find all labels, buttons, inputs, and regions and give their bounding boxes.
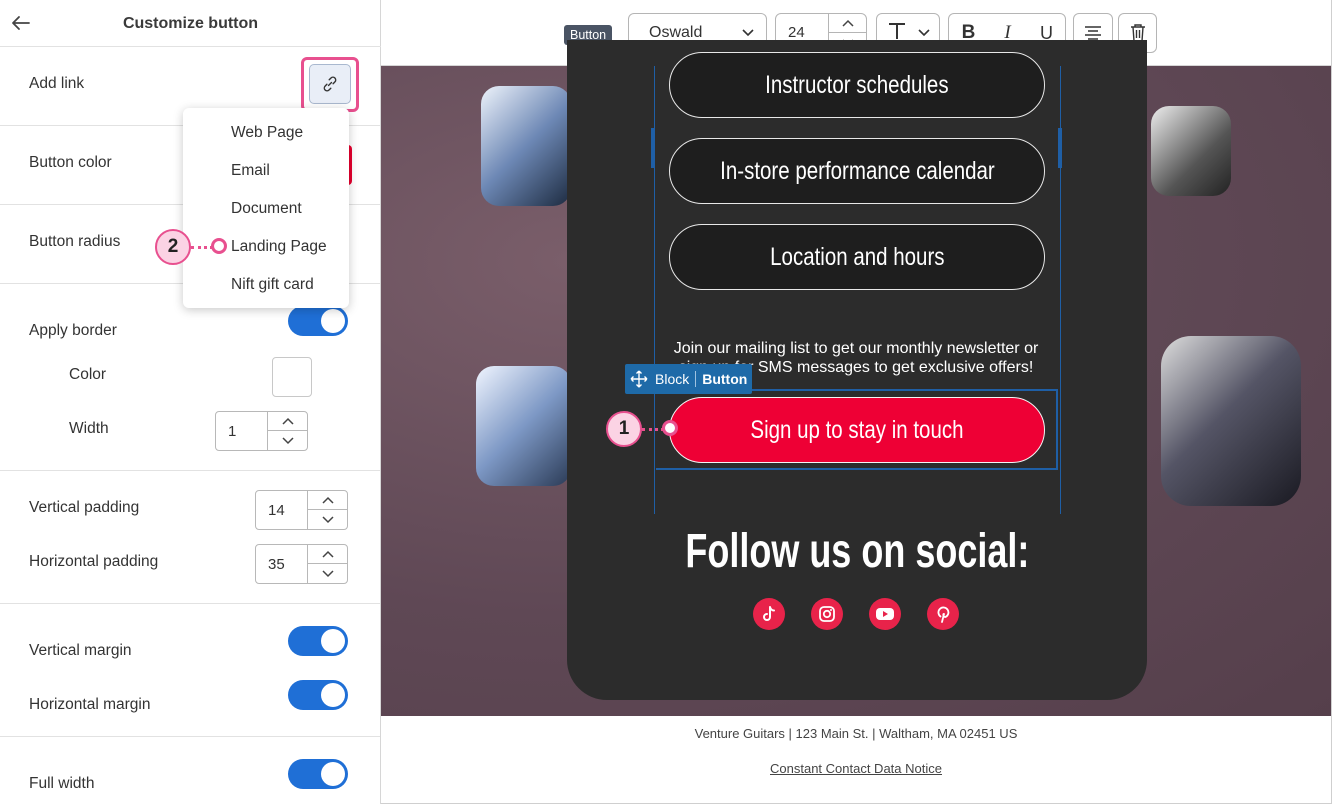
horizontal-margin-toggle[interactable] <box>288 680 348 710</box>
resize-handle[interactable] <box>1058 128 1062 168</box>
link-type-menu: Web Page Email Document Landing Page Nif… <box>183 108 349 308</box>
button-radius-label: Button radius <box>29 233 121 250</box>
stepper-arrows <box>267 412 307 450</box>
border-color-label: Color <box>69 366 107 383</box>
increment-button[interactable] <box>308 545 347 564</box>
background-photo-detail <box>481 86 571 206</box>
vertical-padding-value: 14 <box>268 502 285 519</box>
vertical-margin-toggle[interactable] <box>288 626 348 656</box>
tiktok-glyph <box>763 606 775 621</box>
email-footer: Venture Guitars | 123 Main St. | Waltham… <box>381 716 1331 803</box>
stepper-arrows <box>307 491 347 529</box>
divider <box>0 603 380 604</box>
callout-target-dot <box>211 238 227 254</box>
full-width-label: Full width <box>29 775 95 792</box>
vertical-padding-stepper[interactable]: 14 <box>255 490 348 530</box>
callout-connector <box>642 428 664 431</box>
resize-handle[interactable] <box>651 128 655 168</box>
customize-panel: Customize button Add link Button color B… <box>0 0 381 804</box>
add-link-label: Add link <box>29 75 85 92</box>
chevron-up-icon <box>321 496 334 504</box>
decrement-button[interactable] <box>268 431 307 450</box>
border-color-picker[interactable] <box>272 357 312 397</box>
background-photo-detail <box>1161 336 1301 506</box>
add-link-button[interactable] <box>309 64 351 104</box>
font-size-value: 24 <box>788 24 805 41</box>
horizontal-padding-value: 35 <box>268 556 285 573</box>
pinterest-glyph <box>937 606 950 623</box>
button-selection-box <box>656 468 1057 470</box>
block-button-tag[interactable]: Block Button <box>625 364 753 394</box>
align-center-icon <box>1085 26 1101 40</box>
vertical-margin-label: Vertical margin <box>29 642 132 659</box>
vertical-padding-label: Vertical padding <box>29 499 140 516</box>
apply-border-label: Apply border <box>29 322 117 339</box>
callout-connector <box>191 246 213 249</box>
youtube-glyph <box>876 608 894 620</box>
callout-marker-2: 2 <box>155 229 191 265</box>
divider <box>0 470 380 471</box>
pinterest-icon[interactable] <box>927 598 959 630</box>
background-photo-detail <box>476 366 571 486</box>
menu-item-nift-gift-card[interactable]: Nift gift card <box>231 276 314 294</box>
button-label: Location and hours <box>769 242 945 271</box>
button-selection-box <box>1056 389 1058 470</box>
follow-heading: Follow us on social: <box>567 524 1147 579</box>
chevron-up-icon <box>842 19 854 27</box>
signup-button[interactable]: Sign up to stay in touch <box>669 397 1045 463</box>
chevron-down-icon <box>321 515 334 523</box>
data-notice-link[interactable]: Constant Contact Data Notice <box>381 761 1331 776</box>
background-photo-detail <box>1151 106 1231 196</box>
decrement-button[interactable] <box>308 510 347 529</box>
button-tag-label: Button <box>695 371 752 387</box>
horizontal-padding-stepper[interactable]: 35 <box>255 544 348 584</box>
block-tag-label: Block <box>655 371 690 387</box>
follow-heading-text: Follow us on social: <box>684 525 1030 578</box>
increment-button[interactable] <box>268 412 307 431</box>
border-width-value: 1 <box>228 423 237 440</box>
callout-target-dot <box>662 420 678 436</box>
chevron-up-icon <box>281 417 294 425</box>
chevron-down-icon <box>281 436 294 444</box>
instagram-glyph <box>819 606 835 622</box>
menu-item-landing-page[interactable]: Landing Page <box>231 238 327 256</box>
menu-item-email[interactable]: Email <box>231 162 270 180</box>
email-link-button[interactable]: Instructor schedules <box>669 52 1045 118</box>
button-color-label: Button color <box>29 154 112 171</box>
chevron-down-icon <box>321 569 334 577</box>
border-width-stepper[interactable]: 1 <box>215 411 308 451</box>
email-link-button[interactable]: In-store performance calendar <box>669 138 1045 204</box>
menu-item-document[interactable]: Document <box>231 200 302 218</box>
panel-title: Customize button <box>122 15 259 32</box>
chevron-down-icon <box>918 29 930 37</box>
horizontal-margin-label: Horizontal margin <box>29 696 151 713</box>
increment-button[interactable] <box>829 14 867 33</box>
signup-button-label: Sign up to stay in touch <box>750 415 964 444</box>
decrement-button[interactable] <box>308 564 347 583</box>
chevron-down-icon <box>742 29 754 37</box>
menu-item-web-page[interactable]: Web Page <box>231 124 303 142</box>
apply-border-toggle[interactable] <box>288 306 348 336</box>
tiktok-icon[interactable] <box>753 598 785 630</box>
divider <box>0 736 380 737</box>
link-icon <box>323 76 337 92</box>
chevron-up-icon <box>321 550 334 558</box>
youtube-icon[interactable] <box>869 598 901 630</box>
panel-header: Customize button <box>0 0 381 47</box>
button-label: Instructor schedules <box>765 70 949 99</box>
horizontal-padding-label: Horizontal padding <box>29 553 159 570</box>
callout-marker-1: 1 <box>606 411 642 447</box>
button-label: In-store performance calendar <box>719 156 995 185</box>
instagram-icon[interactable] <box>811 598 843 630</box>
email-link-button[interactable]: Location and hours <box>669 224 1045 290</box>
full-width-toggle[interactable] <box>288 759 348 789</box>
border-width-label: Width <box>69 420 109 437</box>
increment-button[interactable] <box>308 491 347 510</box>
move-icon[interactable] <box>629 369 649 389</box>
footer-address: Venture Guitars | 123 Main St. | Waltham… <box>694 726 1018 741</box>
stepper-arrows <box>307 545 347 583</box>
